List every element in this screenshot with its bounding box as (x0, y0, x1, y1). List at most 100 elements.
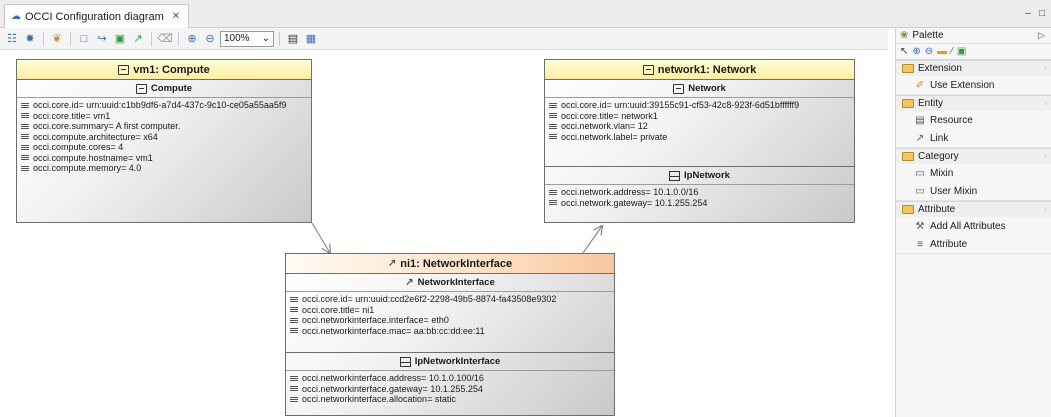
attribute-icon (290, 375, 298, 381)
attribute-row[interactable]: occi.networkinterface.gateway= 10.1.255.… (290, 384, 610, 395)
snap-icon[interactable]: ▣ (112, 31, 128, 47)
attribute-icon (290, 396, 298, 402)
attribute-icon (21, 113, 29, 119)
compute-node-header[interactable]: vm1: Compute (17, 60, 311, 80)
palette-item-attribute[interactable]: ≡ Attribute (896, 235, 1051, 253)
use-extension-icon: ✐ (915, 79, 925, 91)
close-icon[interactable]: ✕ (172, 11, 180, 22)
attribute-row[interactable]: occi.networkinterface.address= 10.1.0.10… (290, 373, 610, 384)
mixin-label: IpNetwork (684, 170, 730, 181)
drawer-label: Extension (918, 63, 962, 74)
palette-item-resource[interactable]: ▤ Resource (896, 111, 1051, 129)
network-node[interactable]: network1: Network Network occi.core.id= … (544, 59, 855, 223)
attribute-row[interactable]: occi.network.address= 10.1.0.0/16 (549, 187, 850, 198)
pin-icon[interactable]: ◦ (1044, 99, 1047, 108)
layer-icon[interactable]: □ (76, 31, 92, 47)
attribute-row[interactable]: occi.core.title= network1 (549, 111, 850, 122)
palette-item-use-extension[interactable]: ✐ Use Extension (896, 76, 1051, 94)
palette-tools: ↖ ⊕ ⊖ ▬ ∕ ▣ (896, 44, 1051, 60)
palette-item-user-mixin[interactable]: ▭ User Mixin (896, 182, 1051, 200)
select-all-icon[interactable]: ☷ (4, 31, 20, 47)
attribute-text: occi.core.id= urn:uuid:c1bb9df6-a7d4-437… (33, 100, 287, 111)
pin-icon[interactable]: ◦ (1044, 64, 1047, 73)
zoom-in-tool-icon[interactable]: ⊕ (912, 46, 920, 57)
editor-tab[interactable]: ☁ OCCI Configuration diagram ✕ (4, 4, 190, 28)
drawer-label: Attribute (918, 204, 956, 215)
attribute-row[interactable]: occi.network.label= private (549, 132, 850, 143)
zoom-out-tool-icon[interactable]: ⊖ (925, 46, 933, 57)
networkinterface-attribute-list: occi.core.id= urn:uuid:ccd2e6f2-2298-49b… (286, 292, 614, 352)
toolbar-divider (70, 31, 71, 46)
zoom-in-icon[interactable]: ⊕ (184, 31, 200, 47)
attribute-text: occi.core.title= ni1 (302, 304, 375, 315)
attribute-row[interactable]: occi.core.summary= A first computer. (21, 121, 307, 132)
collapse-icon[interactable]: ▷ (1038, 30, 1045, 41)
link-source-line (311, 222, 330, 253)
toolbar-divider (43, 31, 44, 46)
palette-header[interactable]: ❀ Palette ▷ (896, 28, 1051, 44)
diagram-canvas[interactable]: vm1: Compute Compute occi.core.id= urn:u… (0, 50, 888, 417)
attribute-row[interactable]: occi.networkinterface.interface= eth0 (290, 315, 610, 326)
zoom-select[interactable]: 100% ⌄ (220, 30, 274, 47)
link-icon: ↗ (405, 277, 414, 288)
attribute-icon (21, 155, 29, 161)
attribute-icon (21, 134, 29, 140)
drawer-header-category[interactable]: Category ◦ (896, 148, 1051, 164)
attribute-text: occi.core.id= urn:uuid:ccd2e6f2-2298-49b… (302, 294, 557, 305)
drawer-header-extension[interactable]: Extension ◦ (896, 60, 1051, 76)
attribute-row[interactable]: occi.networkinterface.allocation= static (290, 394, 610, 405)
select-tool-icon[interactable]: ↖ (900, 46, 908, 57)
compute-node[interactable]: vm1: Compute Compute occi.core.id= urn:u… (16, 59, 312, 223)
export-icon[interactable]: ↗ (130, 31, 146, 47)
pin-icon[interactable]: ◦ (1044, 152, 1047, 161)
attribute-row[interactable]: occi.compute.architecture= x64 (21, 132, 307, 143)
minimize-icon[interactable]: – (1025, 8, 1031, 19)
attribute-row[interactable]: occi.core.id= urn:uuid:c1bb9df6-a7d4-437… (21, 100, 307, 111)
network-node-title: network1: Network (657, 63, 757, 76)
palette-item-mixin[interactable]: ▭ Mixin (896, 164, 1051, 182)
delete-icon[interactable]: ⌫ (157, 31, 173, 47)
route-icon[interactable]: ↪ (94, 31, 110, 47)
palette-item-add-all-attributes[interactable]: ⚒ Add All Attributes (896, 217, 1051, 235)
networkinterface-mixin-header: IpNetworkInterface (286, 353, 614, 371)
networkinterface-node[interactable]: ↗ ni1: NetworkInterface ↗ NetworkInterfa… (285, 253, 615, 416)
filter-icon[interactable]: ❦ (49, 31, 65, 47)
link-target-line (582, 226, 602, 254)
zoom-out-icon[interactable]: ⊖ (202, 31, 218, 47)
diagram-toolbar: ☷ ✸ ❦ □ ↪ ▣ ↗ ⌫ ⊕ ⊖ 100% ⌄ ▤ ▦ (0, 28, 888, 50)
attribute-row[interactable]: occi.core.id= urn:uuid:ccd2e6f2-2298-49b… (290, 294, 610, 305)
palette-panel: ❀ Palette ▷ ↖ ⊕ ⊖ ▬ ∕ ▣ Extension ◦ ✐ Us… (895, 28, 1051, 417)
drawer-header-attribute[interactable]: Attribute ◦ (896, 201, 1051, 217)
arrange-icon[interactable]: ✸ (22, 31, 38, 47)
attribute-text: occi.network.vlan= 12 (561, 121, 648, 132)
attribute-row[interactable]: occi.core.title= vm1 (21, 111, 307, 122)
pin-icon[interactable]: ◦ (1044, 205, 1047, 214)
attribute-text: occi.networkinterface.mac= aa:bb:cc:dd:e… (302, 325, 485, 336)
properties-icon[interactable]: ▦ (303, 31, 319, 47)
chevron-down-icon: ⌄ (261, 33, 270, 44)
network-node-header[interactable]: network1: Network (545, 60, 854, 80)
attribute-text: occi.core.title= network1 (561, 110, 658, 121)
folder-icon (902, 64, 914, 73)
palette-item-link[interactable]: ↗ Link (896, 129, 1051, 147)
attribute-row[interactable]: occi.network.gateway= 10.1.255.254 (549, 198, 850, 209)
networkinterface-node-header[interactable]: ↗ ni1: NetworkInterface (286, 254, 614, 274)
maximize-icon[interactable]: □ (1039, 8, 1045, 19)
attribute-row[interactable]: occi.compute.cores= 4 (21, 142, 307, 153)
attribute-row[interactable]: occi.network.vlan= 12 (549, 121, 850, 132)
network-kind-header: Network (545, 80, 854, 98)
camera-icon[interactable]: ▤ (285, 31, 301, 47)
attribute-icon (549, 102, 557, 108)
attribute-row[interactable]: occi.compute.memory= 4.0 (21, 163, 307, 174)
note-tool-icon[interactable]: ▬ (937, 46, 947, 57)
connector-tool-icon[interactable]: ∕ (951, 46, 953, 57)
attribute-row[interactable]: occi.core.title= ni1 (290, 305, 610, 316)
drawer-header-entity[interactable]: Entity ◦ (896, 95, 1051, 111)
image-tool-icon[interactable]: ▣ (957, 46, 966, 57)
attribute-row[interactable]: occi.networkinterface.mac= aa:bb:cc:dd:e… (290, 326, 610, 337)
network-mixin-attribute-list: occi.network.address= 10.1.0.0/16 occi.n… (545, 185, 854, 210)
attribute-row[interactable]: occi.compute.hostname= vm1 (21, 153, 307, 164)
attribute-row[interactable]: occi.core.id= urn:uuid:39155c91-cf53-42c… (549, 100, 850, 111)
drawer-label: Category (918, 151, 959, 162)
mixin-icon (669, 170, 681, 181)
